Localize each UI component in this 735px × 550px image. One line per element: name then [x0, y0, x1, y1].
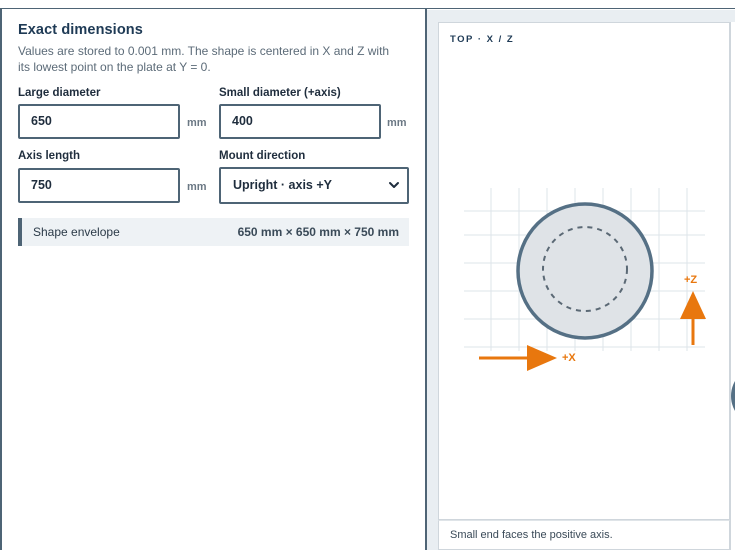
mount-direction-label: Mount direction: [219, 150, 306, 162]
top-border: [0, 0, 735, 9]
axis-length-input[interactable]: 750: [18, 168, 180, 203]
shape-envelope-label: Shape envelope: [33, 225, 120, 239]
panel-description: Values are stored to 0.001 mm. The shape…: [18, 44, 390, 74]
small-diameter-label: Small diameter (+axis): [219, 87, 341, 99]
axis-length-unit: mm: [187, 181, 207, 193]
top-view-canvas: [464, 188, 706, 371]
viewer-footer-note: Small end faces the positive axis.: [450, 529, 613, 541]
large-end-outline: [516, 202, 654, 340]
x-axis-label: +X: [562, 352, 576, 364]
view-heading: TOP · X / Z: [450, 34, 515, 45]
large-diameter-label: Large diameter: [18, 87, 101, 99]
mount-direction-select[interactable]: Upright · axis +Y: [219, 167, 409, 204]
right-edge-panel: [730, 22, 735, 550]
offscreen-preview-shape: [731, 381, 735, 411]
large-diameter-unit: mm: [187, 117, 207, 129]
left-border: [0, 9, 2, 550]
viewer-footer: Small end faces the positive axis.: [438, 520, 730, 550]
panel-title: Exact dimensions: [18, 22, 143, 38]
shape-envelope-value: 650 mm × 650 mm × 750 mm: [237, 225, 399, 239]
z-axis-arrow: [680, 291, 706, 345]
z-axis-label: +Z: [684, 274, 698, 286]
mount-direction-value: Upright · axis +Y: [233, 178, 332, 192]
dimensions-panel: Exact dimensions Values are stored to 0.…: [18, 22, 410, 75]
small-diameter-unit: mm: [387, 117, 407, 129]
small-diameter-input[interactable]: 400: [219, 104, 381, 139]
top-view-viewer[interactable]: TOP · X / Z +X +Z: [438, 22, 730, 520]
axis-length-label: Axis length: [18, 150, 80, 162]
shape-envelope: Shape envelope 650 mm × 650 mm × 750 mm: [18, 218, 409, 246]
panel-divider: [425, 9, 427, 550]
large-diameter-input[interactable]: 650: [18, 104, 180, 139]
chevron-down-icon: [389, 182, 399, 188]
